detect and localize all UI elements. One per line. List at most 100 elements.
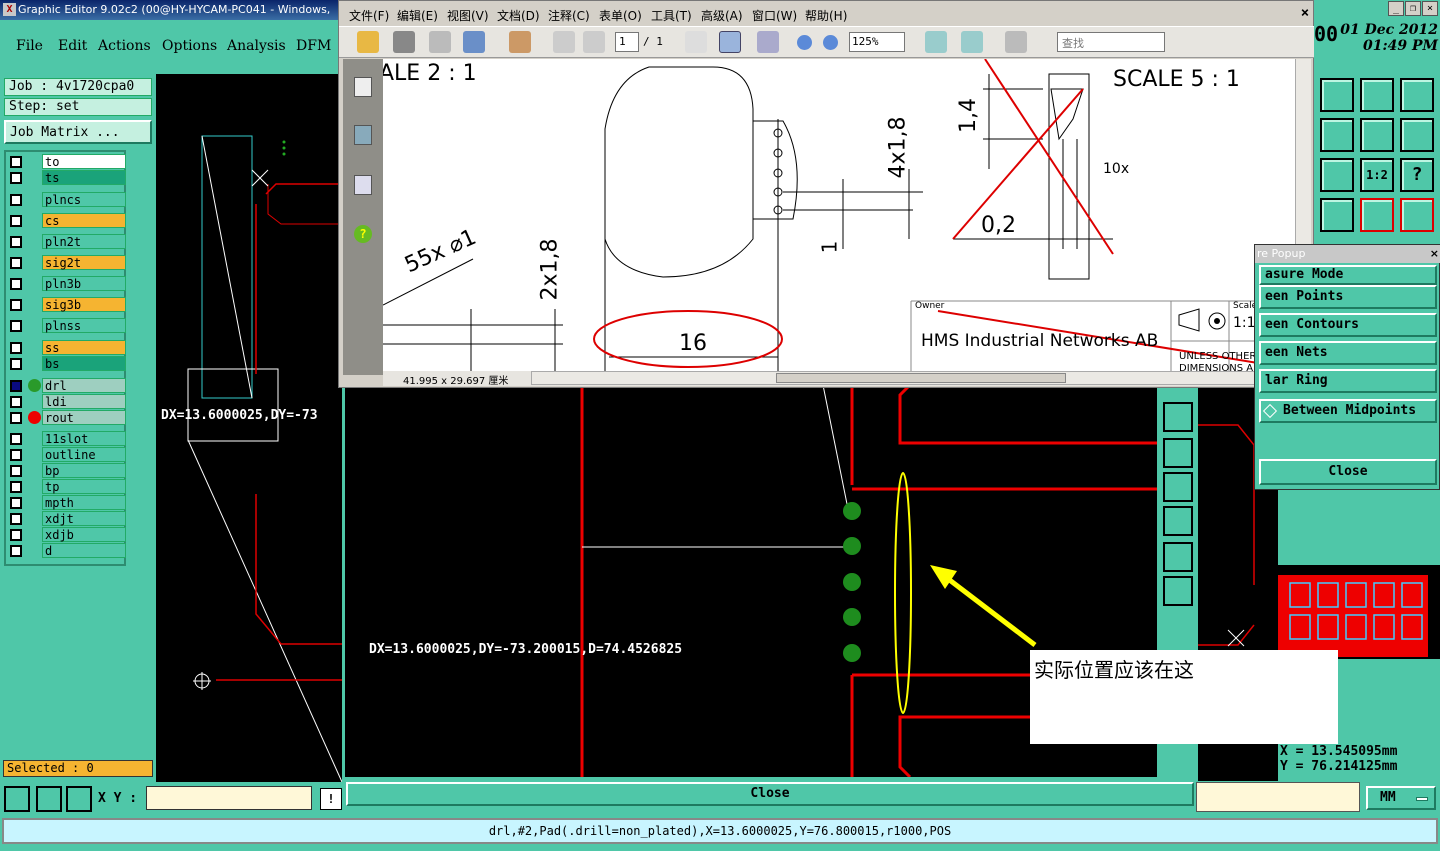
fit-width-icon[interactable] (925, 31, 947, 53)
command-field[interactable] (1196, 782, 1360, 812)
layer-row[interactable]: to (8, 154, 126, 169)
page-layout-icon[interactable] (1005, 31, 1027, 53)
job-matrix-button[interactable]: Job Matrix ... (4, 120, 152, 144)
pdf-menu-window[interactable]: 窗口(W) (752, 7, 797, 24)
layer-row[interactable]: ss (8, 340, 126, 355)
zoom-out-icon[interactable] (1163, 576, 1193, 606)
layer-row[interactable]: 11slot (8, 431, 126, 446)
layer-checkbox[interactable] (10, 299, 22, 311)
layer-row[interactable]: bs (8, 356, 126, 371)
shape-icon[interactable] (1400, 118, 1434, 152)
layer-checkbox[interactable] (10, 497, 22, 509)
between-contours[interactable]: een Contours (1259, 313, 1437, 337)
layer-checkbox[interactable] (10, 342, 22, 354)
layer-row[interactable]: sig3b (8, 297, 126, 312)
menu-analysis[interactable]: Analysis (227, 38, 286, 54)
popup-close-icon[interactable]: × (1430, 245, 1439, 263)
pdf-horizontal-scrollbar[interactable] (531, 371, 1291, 385)
layer-row[interactable]: pln2t (8, 234, 126, 249)
layer-row[interactable]: cs (8, 213, 126, 228)
between-nets[interactable]: een Nets (1259, 341, 1437, 365)
h-scroll-thumb[interactable] (776, 373, 1066, 383)
angle-icon[interactable] (36, 786, 62, 812)
layer-row[interactable]: mpth (8, 495, 126, 510)
close-window-icon[interactable]: × (1422, 1, 1438, 16)
layer-checkbox[interactable] (10, 358, 22, 370)
pdf-menu-view[interactable]: 视图(V) (447, 7, 489, 24)
pdf-page[interactable]: ALE 2 : 1 SCALE 5 : 1 55x ⌀1 2x1,8 4x1,8… (383, 59, 1295, 371)
find-input[interactable]: 查找 (1057, 32, 1165, 52)
pan-left-icon[interactable] (1163, 472, 1193, 502)
pdf-menu-advanced[interactable]: 高级(A) (701, 7, 743, 24)
layer-checkbox[interactable] (10, 380, 22, 392)
probe-icon[interactable] (1320, 198, 1354, 232)
layer-row[interactable]: plncs (8, 192, 126, 207)
hand-tool-icon[interactable] (719, 31, 741, 53)
pan-right-icon[interactable] (1163, 506, 1193, 536)
zoom-tool-icon[interactable] (757, 31, 779, 53)
home-icon[interactable] (1360, 78, 1394, 112)
help-icon[interactable]: ? (354, 225, 372, 243)
layer-checkbox[interactable] (10, 320, 22, 332)
pdf-menu-edit[interactable]: 编辑(E) (397, 7, 438, 24)
window-icon[interactable] (1400, 78, 1434, 112)
layer-checkbox[interactable] (10, 172, 22, 184)
layer-row[interactable]: ldi (8, 394, 126, 409)
pdf-menu-file[interactable]: 文件(F) (349, 7, 389, 24)
pages-icon[interactable] (354, 77, 372, 97)
layer-row[interactable]: ts (8, 170, 126, 185)
menu-actions[interactable]: Actions (98, 38, 151, 54)
measure-icon[interactable] (1400, 198, 1434, 232)
menu-options[interactable]: Options (162, 38, 217, 54)
layer-row[interactable]: plnss (8, 318, 126, 333)
layer-checkbox[interactable] (10, 412, 22, 424)
snap-icon[interactable] (4, 786, 30, 812)
main-close-button[interactable]: Close (346, 782, 1194, 806)
graphic-canvas-left[interactable]: DX=13.6000025,DY=-73 (156, 74, 342, 782)
layer-checkbox[interactable] (10, 529, 22, 541)
zoom-in-icon[interactable] (823, 35, 838, 50)
menu-dfm[interactable]: DFM (296, 38, 331, 54)
layer-row[interactable]: d (8, 543, 126, 558)
zoom-in-icon[interactable] (1163, 542, 1193, 572)
properties-icon[interactable] (509, 31, 531, 53)
layer-checkbox[interactable] (10, 433, 22, 445)
pdf-menu-document[interactable]: 文档(D) (497, 7, 540, 24)
layer-row[interactable]: bp (8, 463, 126, 478)
menu-edit[interactable]: Edit (58, 38, 87, 54)
layer-row[interactable]: drl (8, 378, 126, 393)
layer-checkbox[interactable] (10, 545, 22, 557)
layer-checkbox[interactable] (10, 449, 22, 461)
layer-row[interactable]: sig2t (8, 255, 126, 270)
bookmarks-icon[interactable] (354, 125, 372, 145)
save-icon[interactable] (429, 31, 451, 53)
next-page-icon[interactable] (583, 31, 605, 53)
minimize-icon[interactable]: _ (1388, 1, 1404, 16)
help-question-icon[interactable]: ? (1400, 158, 1434, 192)
layer-row[interactable]: outline (8, 447, 126, 462)
layer-row[interactable]: tp (8, 479, 126, 494)
select-text-icon[interactable] (685, 31, 707, 53)
open-folder-icon[interactable] (357, 31, 379, 53)
menu-file[interactable]: File (16, 38, 43, 54)
units-select[interactable]: MM (1366, 786, 1436, 810)
pan-down-icon[interactable] (1163, 438, 1193, 468)
layer-checkbox[interactable] (10, 257, 22, 269)
zoom-out-icon[interactable] (797, 35, 812, 50)
between-midpoints[interactable]: Between Midpoints (1259, 399, 1437, 423)
scale-1-2-icon[interactable]: 1:2 (1360, 158, 1394, 192)
overview-thumbnail[interactable] (1278, 565, 1440, 659)
xy-input[interactable] (146, 786, 312, 810)
display-icon[interactable] (1320, 78, 1354, 112)
move-icon[interactable] (1320, 118, 1354, 152)
pdf-menu-help[interactable]: 帮助(H) (805, 7, 847, 24)
layer-checkbox[interactable] (10, 465, 22, 477)
previous-page-icon[interactable] (553, 31, 575, 53)
measure-mode[interactable]: asure Mode (1259, 265, 1437, 285)
layer-checkbox[interactable] (10, 278, 22, 290)
pan-up-icon[interactable] (1163, 402, 1193, 432)
signatures-icon[interactable] (354, 175, 372, 195)
layer-row[interactable]: xdjt (8, 511, 126, 526)
pdf-menu-comments[interactable]: 注释(C) (548, 7, 590, 24)
layer-row[interactable]: rout (8, 410, 126, 425)
